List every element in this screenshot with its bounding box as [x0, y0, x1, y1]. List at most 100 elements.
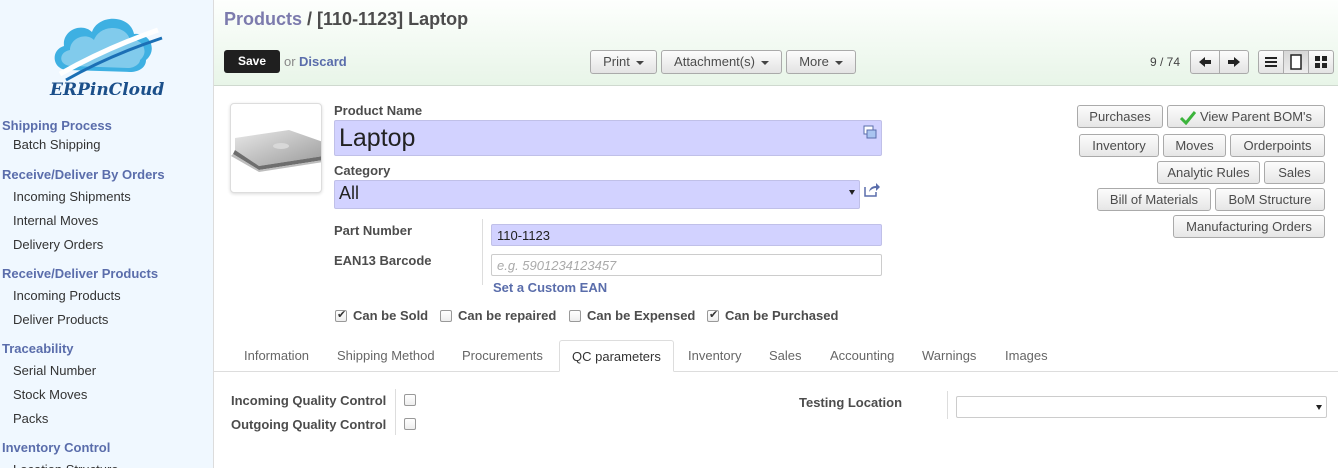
bill-of-materials-button[interactable]: Bill of Materials: [1097, 188, 1211, 211]
nav-section-shipping-process: Shipping Process: [2, 118, 112, 133]
sidebar-item-packs[interactable]: Packs: [0, 407, 214, 431]
outgoing-quality-control-checkbox[interactable]: [404, 418, 416, 430]
tab-accounting[interactable]: Accounting: [830, 348, 894, 363]
tab-sales[interactable]: Sales: [769, 348, 802, 363]
set-custom-ean-link[interactable]: Set a Custom EAN: [493, 280, 607, 295]
purchases-button[interactable]: Purchases: [1077, 105, 1163, 128]
outgoing-quality-control-label: Outgoing Quality Control: [231, 417, 387, 432]
can-be-sold-label: Can be Sold: [353, 308, 429, 323]
sidebar-item-stock-moves[interactable]: Stock Moves: [0, 383, 214, 407]
moves-button[interactable]: Moves: [1163, 134, 1226, 157]
view-parent-bom-button[interactable]: View Parent BOM's: [1167, 105, 1325, 128]
more-dropdown[interactable]: More: [786, 50, 856, 74]
discard-link[interactable]: Discard: [299, 54, 347, 69]
can-be-expensed-checkbox[interactable]: [569, 310, 581, 322]
tab-shipping-method[interactable]: Shipping Method: [337, 348, 435, 363]
attachments-label: Attachment(s): [674, 54, 755, 69]
or-text: or: [284, 54, 296, 69]
breadcrumb: Products / [110-1123] Laptop: [224, 9, 468, 30]
incoming-quality-control-checkbox[interactable]: [404, 394, 416, 406]
form-view-button[interactable]: [1283, 50, 1309, 74]
can-be-purchased-checkbox[interactable]: [707, 308, 719, 322]
arrow-left-icon: [1199, 57, 1211, 67]
external-link-icon[interactable]: [864, 183, 880, 197]
attachments-dropdown[interactable]: Attachment(s): [661, 50, 782, 74]
sidebar-item-internal-moves[interactable]: Internal Moves: [0, 209, 214, 233]
print-label: Print: [603, 54, 630, 69]
breadcrumb-separator: /: [302, 9, 318, 29]
tab-qc-parameters[interactable]: QC parameters: [559, 340, 674, 372]
part-number-label: Part Number: [334, 223, 413, 238]
more-label: More: [799, 54, 829, 69]
breadcrumb-products-link[interactable]: Products: [224, 9, 302, 29]
orderpoints-button[interactable]: Orderpoints: [1230, 134, 1325, 157]
can-be-repaired-checkbox[interactable]: [440, 310, 452, 322]
tab-inventory[interactable]: Inventory: [688, 348, 741, 363]
category-select[interactable]: All: [334, 180, 860, 209]
sidebar-item-incoming-products[interactable]: Incoming Products: [0, 284, 214, 308]
nav-section-inventory-control: Inventory Control: [2, 440, 111, 455]
pager-previous-button[interactable]: [1190, 50, 1220, 74]
can-be-purchased-label: Can be Purchased: [725, 308, 839, 323]
inventory-button[interactable]: Inventory: [1079, 134, 1159, 157]
caret-down-icon: [849, 190, 855, 195]
sidebar-nav: Shipping Process Batch Shipping Receive/…: [0, 116, 214, 468]
laptop-image: [231, 130, 321, 172]
field-separator: [947, 391, 948, 419]
nav-section-receive-deliver-by-orders: Receive/Deliver By Orders: [2, 167, 165, 182]
product-form: Product Name Laptop Category All Part Nu…: [214, 87, 1338, 468]
sidebar: ERPinCloud Shipping Process Batch Shippi…: [0, 0, 214, 468]
product-name-value: Laptop: [339, 124, 416, 152]
pager-value: 9 / 74: [1150, 55, 1181, 69]
pager-next-button[interactable]: [1219, 50, 1249, 74]
testing-location-select[interactable]: [956, 396, 1327, 418]
can-be-repaired-label: Can be repaired: [458, 308, 557, 323]
analytic-rules-button[interactable]: Analytic Rules: [1157, 161, 1260, 184]
bom-structure-button[interactable]: BoM Structure: [1215, 188, 1325, 211]
sidebar-item-delivery-orders[interactable]: Delivery Orders: [0, 233, 214, 257]
field-separator: [395, 389, 396, 435]
manufacturing-orders-button[interactable]: Manufacturing Orders: [1173, 215, 1325, 238]
caret-down-icon: [635, 60, 644, 65]
product-name-label: Product Name: [334, 103, 423, 118]
tab-warnings[interactable]: Warnings: [922, 348, 976, 363]
tab-images[interactable]: Images: [1005, 348, 1048, 363]
sidebar-item-deliver-products[interactable]: Deliver Products: [0, 308, 214, 332]
view-parent-bom-label: View Parent BOM's: [1199, 109, 1313, 124]
check-icon: [1179, 110, 1197, 125]
nav-section-receive-deliver-products: Receive/Deliver Products: [2, 266, 159, 281]
ean13-input[interactable]: e.g. 5901234123457: [491, 254, 882, 276]
can-be-expensed-label: Can be Expensed: [587, 308, 696, 323]
breadcrumb-current: [110-1123] Laptop: [317, 9, 469, 29]
sidebar-item-incoming-shipments[interactable]: Incoming Shipments: [0, 185, 214, 209]
category-value: All: [339, 183, 360, 203]
print-dropdown[interactable]: Print: [590, 50, 657, 74]
save-button[interactable]: Save: [224, 50, 280, 73]
grid-icon: [1315, 56, 1327, 68]
tab-information[interactable]: Information: [244, 348, 309, 363]
product-image[interactable]: [230, 103, 322, 193]
sales-button[interactable]: Sales: [1264, 161, 1325, 184]
list-icon: [1265, 57, 1277, 67]
product-name-input[interactable]: Laptop: [334, 120, 882, 156]
can-be-sold-checkbox[interactable]: [335, 308, 347, 322]
notebook-tabs: Information Shipping Method Procurements…: [214, 340, 1338, 372]
sidebar-item-batch-shipping[interactable]: Batch Shipping: [0, 136, 214, 158]
list-view-button[interactable]: [1258, 50, 1284, 74]
part-number-input[interactable]: 110-1123: [491, 224, 882, 246]
category-label: Category: [334, 163, 391, 178]
field-separator: [482, 219, 483, 285]
caret-down-icon: [834, 60, 843, 65]
arrow-right-icon: [1228, 57, 1240, 67]
ean13-label: EAN13 Barcode: [334, 253, 432, 268]
testing-location-label: Testing Location: [799, 395, 903, 410]
caret-down-icon: [760, 60, 769, 65]
tab-procurements[interactable]: Procurements: [462, 348, 543, 363]
part-number-value: 110-1123: [497, 228, 551, 243]
caret-down-icon: [1316, 405, 1322, 410]
kanban-view-button[interactable]: [1308, 50, 1334, 74]
translate-icon[interactable]: [863, 125, 877, 139]
sidebar-item-location-structure[interactable]: Location Structure: [0, 458, 214, 468]
sidebar-item-serial-number[interactable]: Serial Number: [0, 359, 214, 383]
form-header: Products / [110-1123] Laptop Save or Dis…: [214, 0, 1338, 86]
